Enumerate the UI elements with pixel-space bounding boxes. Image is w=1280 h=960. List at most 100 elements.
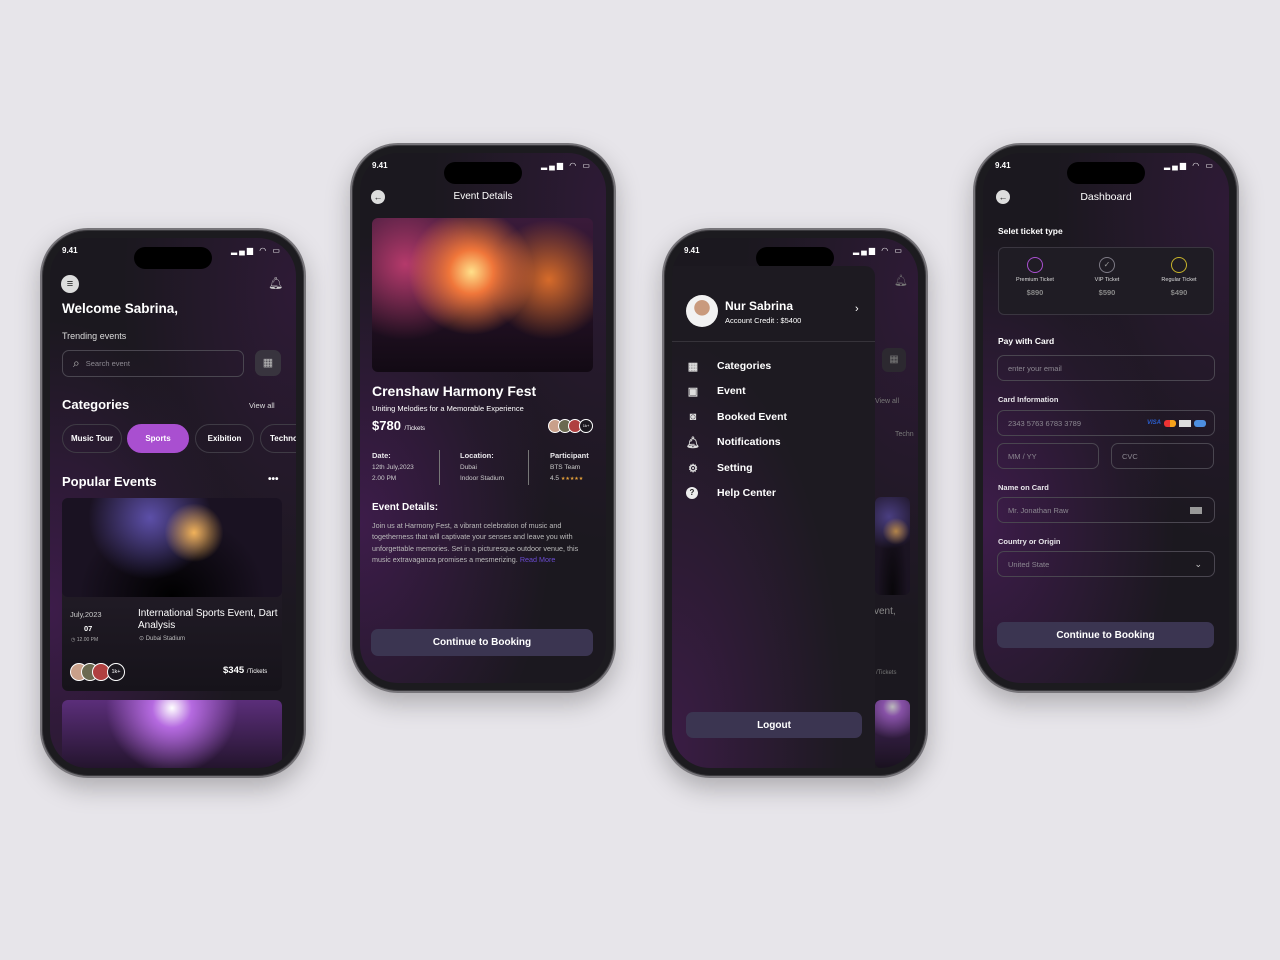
category-chip[interactable]: Techno [260,424,296,453]
location-text: Dubai Stadium [145,636,186,642]
price-unit: /Tickets [246,669,268,675]
menu-item-event[interactable]: ▣ Event [686,382,746,400]
continue-booking-button[interactable]: Continue to Booking [371,629,593,656]
expiry-input[interactable]: MM / YY [997,443,1099,469]
menu-label: Event [717,385,746,397]
menu-item-help-center[interactable]: ? Help Center [686,484,776,502]
section-title: Event Details: [372,502,439,513]
screen-title: Dashboard [1080,191,1132,203]
status-time: 9.41 [372,161,388,170]
help-icon: ? [686,487,698,499]
greeting: Welcome Sabrina, [62,301,179,316]
grid-icon: ▦ [687,360,699,373]
ticket-price: $490 [1170,288,1188,297]
date-value: 12th July,2023 [372,463,414,471]
event-location: ⊙ Dubai Stadium [139,636,186,642]
status-time: 9.41 [995,161,1011,170]
location-column: Location: Dubai Indoor Stadium [460,450,504,485]
event-image-2[interactable] [62,700,282,768]
menu-label: Categories [717,360,772,372]
menu-item-booked-event[interactable]: ◙ Booked Event [686,408,787,426]
participant-label: Participant [550,451,589,460]
card-icon [1190,506,1202,514]
status-icons: ▂▄▆ ◠ ▭ [231,246,282,255]
status-icons: ▂▄▆ ◠ ▭ [853,246,904,255]
bell-icon: 🔔︎ [894,275,908,287]
phone-event-details: 9.41 ▂▄▆ ◠ ▭ ← Event Details Crenshaw Ha… [350,143,616,693]
menu-item-setting[interactable]: ⚙ Setting [686,459,753,477]
menu-icon[interactable]: ≡ [61,275,79,293]
continue-booking-button[interactable]: Continue to Booking [997,622,1214,648]
price-unit: /Tickets [404,426,425,432]
event-title: Crenshaw Harmony Fest [372,383,537,399]
search-placeholder: Search event [85,359,130,368]
ticket-option-regular[interactable]: Regular Ticket $490 [1143,257,1215,297]
search-icon: ⌕ [73,356,80,370]
chevron-right-icon[interactable]: › [855,303,859,315]
name-input[interactable]: Mr. Jonathan Raw [997,497,1215,523]
ticket-price: $590 [1098,288,1116,297]
dashboard-screen: 9.41 ▂▄▆ ◠ ▭ ← Dashboard Selet ticket ty… [983,153,1229,683]
logout-button[interactable]: Logout [686,712,862,738]
divider [528,450,529,485]
email-input[interactable]: enter your email [997,355,1215,381]
category-chip[interactable]: Exibition [195,424,254,453]
more-icon[interactable]: ••• [268,474,279,485]
event-image [372,218,593,372]
category-chip-active[interactable]: Sports [127,424,189,453]
popular-title: Popular Events [62,474,157,489]
ticket-section-title: Selet ticket type [998,226,1063,236]
phone-menu: 9.41 ▂▄▆ ◠ ▭ 🔔︎ ▦ View all Techn vent, /… [662,228,928,778]
bell-icon[interactable]: 🔔︎ [268,276,283,290]
profile-name: Nur Sabrina [725,299,794,313]
category-chip[interactable]: Music Tour [62,424,122,453]
card-number-input[interactable]: 2343 5763 6783 3789 VISA [997,410,1215,436]
bg-price-unit: /Tickets [876,670,897,676]
view-all-link[interactable]: View all [249,401,275,410]
bg-view-all: View all [875,398,899,405]
ticket-option-vip[interactable]: ✓ VIP Ticket $590 [1071,257,1143,297]
screen-title: Event Details [453,191,513,202]
menu-label: Help Center [717,487,776,499]
country-select[interactable]: United State ⌄ [997,551,1215,577]
event-subtitle: Uniting Melodies for a Memorable Experie… [372,404,524,413]
event-month: July,2023 [70,610,102,619]
status-time: 9.41 [684,246,700,255]
status-icons: ▂▄▆ ◠ ▭ [1164,161,1215,170]
profile-avatar[interactable] [686,295,718,327]
event-card[interactable]: July,2023 07 ◷ 12.00 PM International Sp… [62,498,282,691]
country-value: United State [1008,559,1050,569]
event-image [62,498,282,597]
ticket-option-premium[interactable]: Premium Ticket $890 [999,257,1071,297]
price-value: $780 [372,418,401,433]
event-price: $345 /Tickets [223,665,267,676]
menu-label: Setting [717,462,753,474]
event-day: 07 [84,624,93,633]
read-more-link[interactable]: Read More [520,555,556,564]
location-value: Dubai [460,463,477,471]
menu-item-categories[interactable]: ▦ Categories [686,357,771,375]
attendee-count: 1k+ [579,419,593,433]
calendar-icon: ▣ [687,385,699,398]
location-venue: Indoor Stadium [460,475,505,482]
event-description: Join us at Harmony Fest, a vibrant celeb… [372,520,596,565]
menu-screen: 9.41 ▂▄▆ ◠ ▭ 🔔︎ ▦ View all Techn vent, /… [672,238,918,768]
amex-icon [1194,419,1206,427]
card-label: Card Information [998,395,1059,404]
calendar-button[interactable]: ▦ [255,350,281,376]
card-brand-icons: VISA [1147,419,1206,427]
gear-icon: ⚙ [688,462,698,475]
menu-item-notifications[interactable]: 🔔︎ Notifications [686,433,781,451]
event-price: $780 /Tickets [372,418,425,433]
rating-value: 4.5 [550,475,560,482]
date-label: Date: [372,451,391,460]
date-column: Date: 12th July,2023 2.00 PM [372,450,414,485]
details-screen: 9.41 ▂▄▆ ◠ ▭ ← Event Details Crenshaw Ha… [360,153,606,683]
star-icons: ★★★★★ [560,476,584,482]
status-icons: ▂▄▆ ◠ ▭ [541,161,592,170]
cvc-input[interactable]: CVC [1111,443,1214,469]
ticket-name: Premium Ticket [1016,277,1054,283]
card-icon [1179,419,1191,427]
trending-label: Trending events [62,331,127,341]
search-input[interactable]: ⌕ Search event [62,350,244,377]
